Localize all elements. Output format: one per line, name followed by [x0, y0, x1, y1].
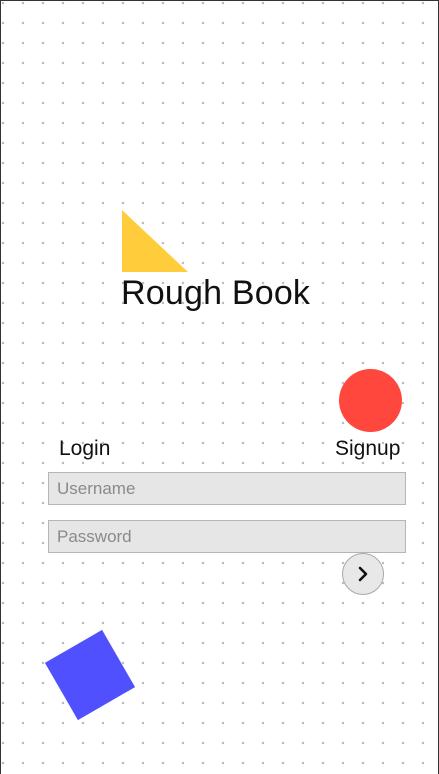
username-input[interactable]	[48, 472, 406, 505]
tab-login[interactable]: Login	[59, 435, 110, 463]
yellow-triangle-decoration	[122, 210, 188, 272]
login-screen: Rough Book Login Signup	[0, 0, 439, 774]
password-input[interactable]	[48, 520, 406, 553]
red-circle-decoration	[339, 369, 402, 432]
tab-signup[interactable]: Signup	[335, 435, 400, 463]
chevron-right-icon	[358, 566, 368, 582]
app-title: Rough Book	[121, 274, 311, 312]
blue-square-decoration	[44, 629, 136, 721]
submit-button[interactable]	[342, 553, 384, 595]
